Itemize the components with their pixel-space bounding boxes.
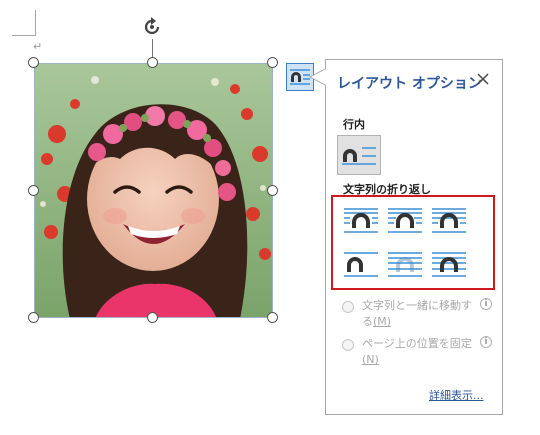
behind-text-button[interactable] — [385, 249, 425, 281]
move-with-text-radio[interactable] — [342, 301, 354, 313]
inline-with-text-button[interactable] — [337, 135, 381, 175]
close-icon[interactable] — [474, 70, 492, 88]
resize-handle-bottom-right[interactable] — [267, 312, 278, 323]
layout-options-panel: レイアウト オプション 行内 文字列の折り返し 文字列と一緒に移動する(M) i… — [325, 59, 503, 415]
see-more-link[interactable]: 詳細表示... — [429, 387, 484, 403]
move-with-text-option[interactable]: 文字列と一緒に移動する(M) i — [342, 298, 502, 334]
in-front-of-text-icon — [432, 252, 466, 277]
resize-handle-top-right[interactable] — [267, 57, 278, 68]
tight-wrap-button[interactable] — [385, 205, 425, 237]
through-wrap-button[interactable] — [429, 205, 469, 237]
inline-section-heading: 行内 — [343, 118, 365, 131]
top-bottom-wrap-icon — [344, 252, 378, 277]
resize-handle-right[interactable] — [267, 185, 278, 196]
through-wrap-icon — [432, 208, 466, 233]
resize-handle-left[interactable] — [28, 185, 39, 196]
selected-picture[interactable] — [34, 63, 273, 318]
panel-title: レイアウト オプション — [337, 76, 482, 92]
resize-handle-bottom-left[interactable] — [28, 312, 39, 323]
flyout-pointer-fill — [311, 69, 326, 85]
fix-position-option[interactable]: ページ上の位置を固定 (N) i — [342, 336, 502, 372]
tight-wrap-icon — [388, 208, 422, 233]
resize-handle-bottom[interactable] — [147, 312, 158, 323]
word-canvas: ↵ ⌟ — [0, 0, 540, 435]
text-wrapping-options-highlight — [331, 195, 495, 290]
square-wrap-button[interactable] — [341, 205, 381, 237]
rotate-handle-icon[interactable] — [141, 16, 163, 38]
inline-with-text-icon — [342, 147, 376, 165]
fix-position-label: ページ上の位置を固定 (N) — [362, 337, 472, 366]
move-with-text-label: 文字列と一緒に移動する(M) — [362, 299, 472, 328]
square-wrap-icon — [344, 208, 378, 233]
move-with-text-info-icon[interactable]: i — [480, 298, 492, 310]
resize-handle-top[interactable] — [147, 57, 158, 68]
in-front-of-text-button[interactable] — [429, 249, 469, 281]
fix-position-radio[interactable] — [342, 339, 354, 351]
page-margin-corner — [12, 10, 36, 36]
behind-text-icon — [388, 252, 422, 277]
paragraph-mark: ↵ — [33, 40, 43, 53]
resize-handle-top-left[interactable] — [28, 57, 39, 68]
top-bottom-wrap-button[interactable] — [341, 249, 381, 281]
fix-position-info-icon[interactable]: i — [480, 336, 492, 348]
